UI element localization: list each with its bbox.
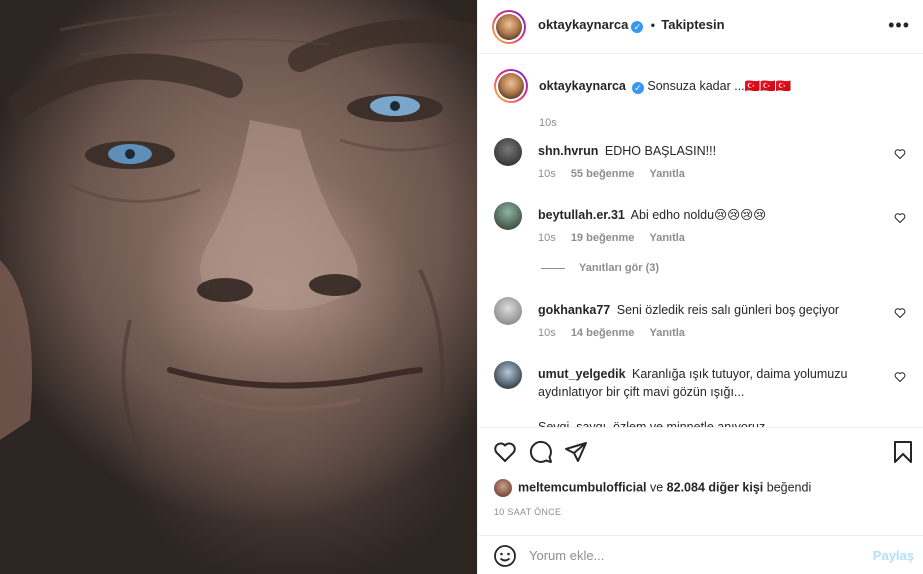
emoji-icon[interactable] [493,544,517,568]
post-timestamp[interactable]: 10 SAAT ÖNCE [494,507,561,517]
like-heart-icon[interactable] [493,440,517,464]
reply-button[interactable]: Yanıtla [649,327,684,339]
comment-username[interactable]: beytullah.er.31 [538,208,625,222]
comments-list[interactable]: oktaykaynarca ✓ Sonsuza kadar ...🇹🇷🇹🇷🇹🇷 1… [478,55,923,427]
likes-summary: meltemcumbulofficial ve 82.084 diğer kiş… [494,479,811,497]
like-heart-icon[interactable] [894,148,906,160]
verified-badge-icon: ✓ [631,21,644,33]
replies-line [541,267,565,269]
commenter-avatar[interactable] [494,297,522,325]
commenter-avatar[interactable] [494,202,522,230]
comment-text: EDHO BAŞLASIN!!! [604,144,717,158]
comment-username[interactable]: gokhanka77 [538,303,610,317]
likes-others[interactable]: 82.084 diğer kişi [667,480,764,494]
comment-likes[interactable]: 19 beğenme [571,232,635,244]
add-comment-bar: Yorum ekle... Paylaş [478,535,923,574]
like-heart-icon[interactable] [894,307,906,319]
comment-username[interactable]: umut_yelgedik [538,367,626,381]
caption-username[interactable]: oktaykaynarca [539,79,626,93]
author-avatar[interactable] [492,10,526,44]
caption-time[interactable]: 10s [539,117,557,129]
follow-status[interactable]: Takiptesin [661,17,724,32]
post-photo[interactable] [0,0,477,574]
view-replies-button[interactable]: Yanıtları gör (3) [541,262,659,274]
comment-likes[interactable]: 14 beğenme [571,327,635,339]
verified-badge-icon: ✓ [631,82,644,94]
view-replies-label[interactable]: Yanıtları gör (3) [579,262,659,274]
liker-username[interactable]: meltemcumbulofficial [518,480,647,494]
like-heart-icon[interactable] [894,212,906,224]
share-send-icon[interactable] [564,440,588,464]
comment-input[interactable]: Yorum ekle... [529,548,604,563]
action-bar [478,427,923,477]
comment-time[interactable]: 10s [538,168,556,180]
separator-dot: • [650,18,655,32]
comment-time[interactable]: 10s [538,327,556,339]
more-options-icon[interactable]: ••• [888,16,910,34]
comment-text: Abi edho noldu😢😢😢😢 [630,208,767,222]
portrait-illustration [0,10,477,471]
comment-username[interactable]: shn.hvrun [538,144,598,158]
commenter-avatar[interactable] [494,138,522,166]
comment-time[interactable]: 10s [538,232,556,244]
comment-bubble-icon[interactable] [529,440,553,464]
liker-avatar[interactable] [494,479,512,497]
comment-text-continued: Sevgi, saygı, özlem ve minnetle anıyoruz… [538,420,769,427]
comment-text: Seni özledik reis salı günleri boş geçiy… [616,303,840,317]
likes-connector: ve [649,480,664,495]
author-username[interactable]: oktaykaynarca [538,17,628,32]
caption-text: Sonsuza kadar ...🇹🇷🇹🇷🇹🇷 [647,79,792,93]
comment-likes[interactable]: 55 beğenme [571,168,635,180]
reply-button[interactable]: Yanıtla [649,168,684,180]
reply-button[interactable]: Yanıtla [649,232,684,244]
commenter-avatar[interactable] [494,361,522,389]
post-detail-panel: oktaykaynarca ✓ • Takiptesin ••• oktaykay… [477,0,923,574]
likes-suffix: beğendi [766,480,812,495]
caption-avatar[interactable] [494,69,528,103]
bookmark-icon[interactable] [892,440,914,464]
post-comment-button[interactable]: Paylaş [873,548,914,563]
post-header: oktaykaynarca ✓ • Takiptesin ••• [478,0,923,54]
like-heart-icon[interactable] [894,371,906,383]
